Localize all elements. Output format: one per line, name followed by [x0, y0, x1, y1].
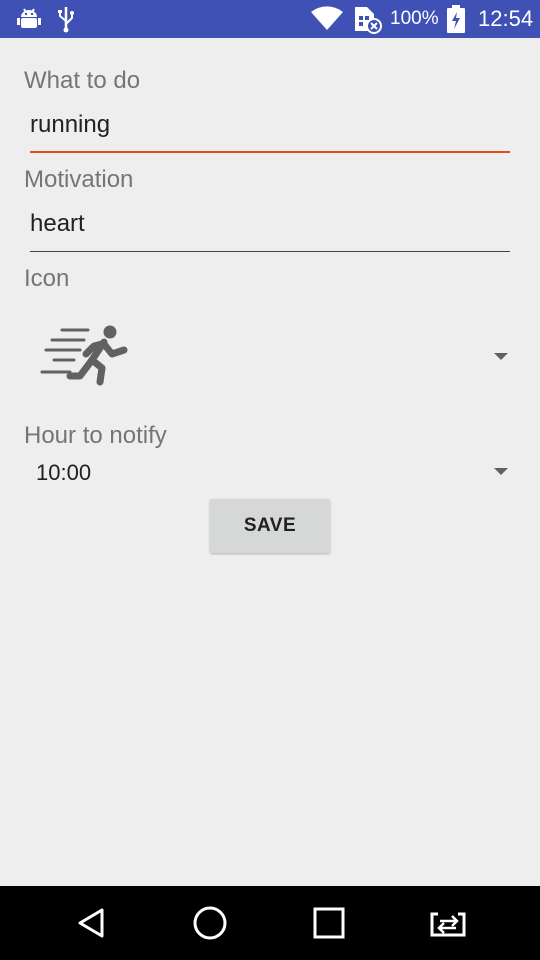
battery-charging-icon: [446, 0, 466, 38]
what-to-do-label: What to do: [24, 67, 141, 94]
screen: 100% 12:54 What to do Motivation Icon: [0, 0, 540, 960]
motivation-label: Motivation: [24, 166, 134, 193]
battery-percent: 100%: [390, 8, 439, 29]
home-icon[interactable]: [170, 886, 250, 960]
chevron-down-icon: [494, 468, 508, 475]
recents-icon[interactable]: [289, 886, 369, 960]
icon-label: Icon: [24, 265, 70, 292]
what-to-do-underline: [30, 151, 510, 153]
save-button[interactable]: SAVE: [210, 499, 330, 553]
hour-spinner[interactable]: 10:00: [24, 452, 516, 492]
status-bar: 100% 12:54: [0, 0, 540, 38]
motivation-input[interactable]: [30, 202, 510, 246]
hour-label: Hour to notify: [24, 422, 167, 449]
motivation-underline: [30, 251, 510, 252]
what-to-do-input[interactable]: [30, 103, 510, 147]
hour-value: 10:00: [36, 460, 92, 485]
android-debug-icon: [16, 0, 42, 38]
icon-spinner[interactable]: [24, 310, 516, 402]
clock: 12:54: [478, 6, 534, 31]
wifi-icon: [310, 0, 344, 38]
back-icon[interactable]: [51, 886, 131, 960]
navigation-bar: [0, 886, 540, 960]
sim-error-icon: [352, 0, 384, 38]
running-person-icon: [40, 324, 130, 393]
screen-switch-icon[interactable]: [408, 886, 488, 960]
chevron-down-icon: [494, 353, 508, 360]
usb-icon: [56, 0, 76, 38]
